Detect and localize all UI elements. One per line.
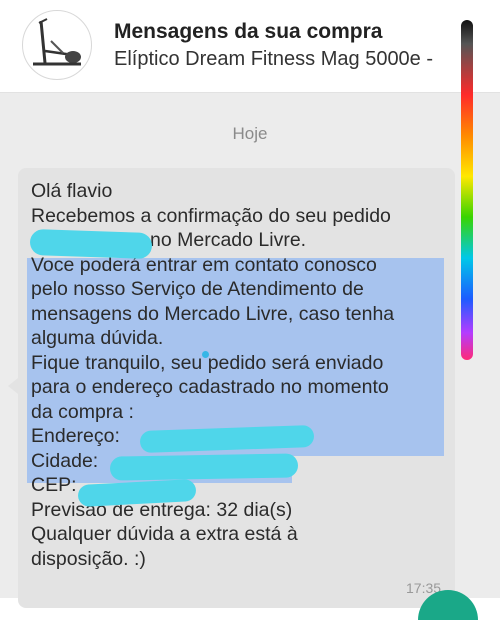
message-line: para o endereço cadastrado no momento bbox=[31, 376, 389, 398]
message-line: alguma dúvida. bbox=[31, 327, 164, 349]
elliptical-machine-icon bbox=[33, 18, 81, 66]
redaction-mark bbox=[109, 453, 299, 481]
message-line: Qualquer dúvida a extra está à bbox=[31, 523, 298, 545]
color-picker-bar[interactable] bbox=[461, 20, 473, 360]
chat-header: Mensagens da sua compra Elíptico Dream F… bbox=[0, 0, 500, 93]
header-title: Mensagens da sua compra bbox=[114, 20, 383, 43]
message-line: pelo nosso Serviço de Atendimento de bbox=[31, 278, 364, 300]
day-separator: Hoje bbox=[232, 124, 268, 143]
product-thumbnail[interactable] bbox=[22, 10, 92, 80]
header-subtitle: Elíptico Dream Fitness Mag 5000e - bbox=[114, 48, 434, 70]
redaction-mark bbox=[29, 228, 153, 260]
message-line: Fique tranquilo, seu pedido será enviado bbox=[31, 351, 384, 374]
selection-handle[interactable] bbox=[202, 351, 209, 358]
message-line: disposição. :) bbox=[31, 547, 146, 570]
bubble-tail bbox=[8, 378, 18, 394]
message-line: da compra : bbox=[31, 400, 134, 423]
message-line: mensagens do Mercado Livre, caso tenha bbox=[31, 302, 395, 325]
message-line: Olá flavio bbox=[31, 180, 113, 202]
message-line: Recebemos a confirmação do seu pedido bbox=[31, 204, 391, 227]
